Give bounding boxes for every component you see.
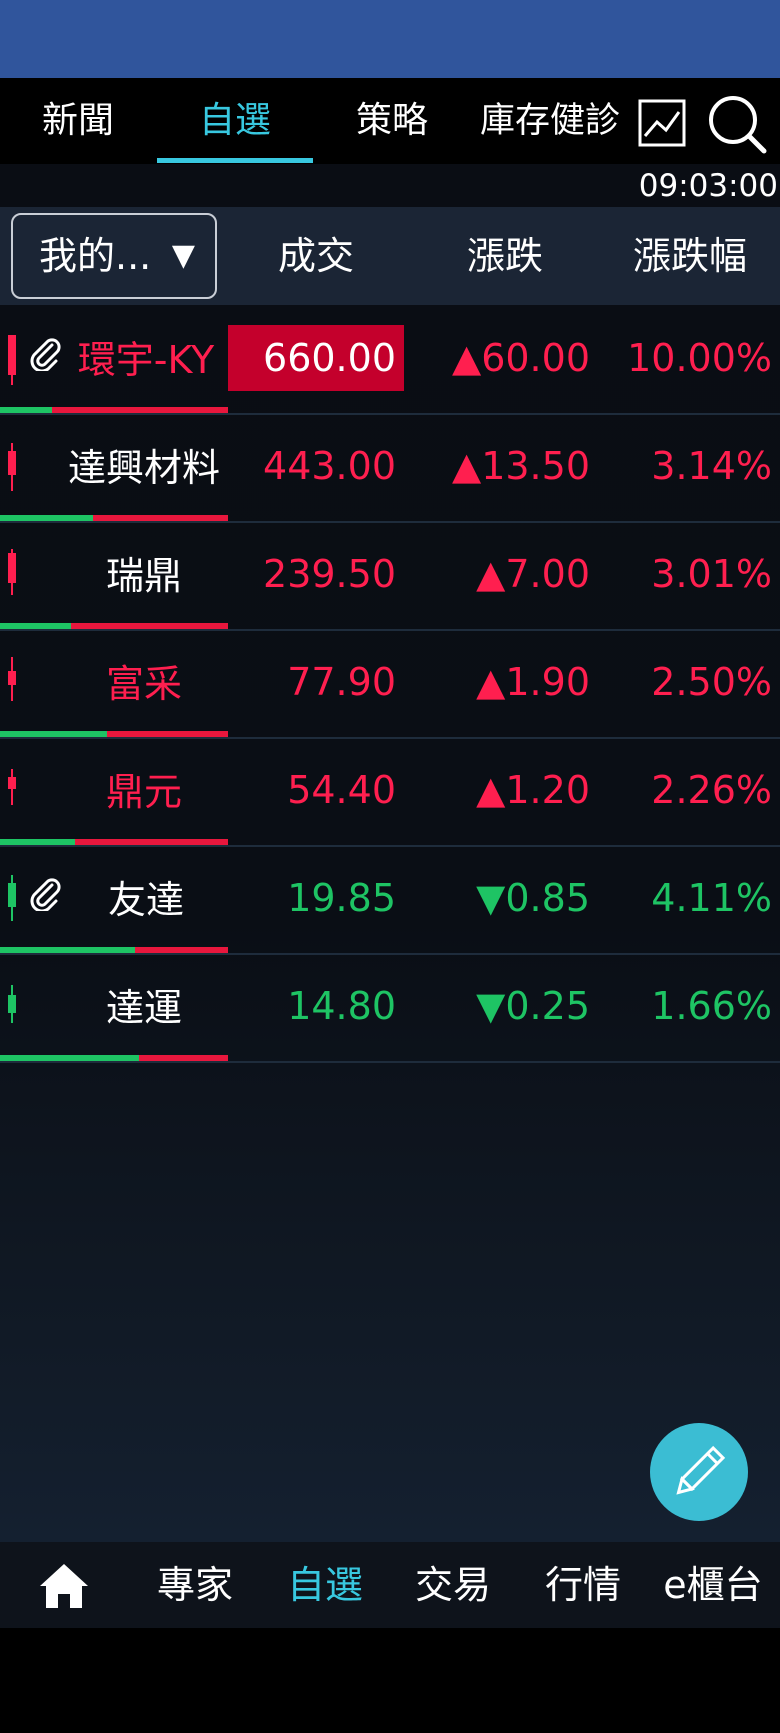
- tab-strategy[interactable]: 策略: [314, 78, 470, 164]
- nav-trade[interactable]: 交易: [390, 1542, 516, 1628]
- table-row[interactable]: 友達 19.85 ▼0.85 4.11%: [0, 847, 780, 955]
- bottom-nav: 專家 自選 交易 行情 e櫃台: [0, 1542, 780, 1628]
- status-bar: [0, 0, 780, 78]
- column-change[interactable]: 漲跌: [420, 207, 590, 305]
- line-chart-icon[interactable]: [637, 98, 687, 148]
- buy-sell-ratio-bar: [0, 1055, 228, 1061]
- stock-price: 54.40: [287, 768, 396, 812]
- stock-price: 443.00: [263, 444, 396, 488]
- buy-sell-ratio-bar: [0, 731, 228, 737]
- group-selector[interactable]: 我的... ▼: [11, 213, 217, 299]
- buy-ratio-segment: [0, 947, 135, 953]
- candle-icon: [8, 883, 16, 907]
- stock-name: 富采: [105, 662, 182, 706]
- table-row[interactable]: 達興材料 443.00 ▲13.50 3.14%: [0, 415, 780, 523]
- table-row[interactable]: 鼎元 54.40 ▲1.20 2.26%: [0, 739, 780, 847]
- sell-ratio-segment: [75, 839, 228, 845]
- stock-price: 660.00: [228, 325, 404, 391]
- stock-change-percent: 4.11%: [651, 876, 772, 920]
- column-change-percent[interactable]: 漲跌幅: [600, 207, 780, 305]
- table-row[interactable]: 瑞鼎 239.50 ▲7.00 3.01%: [0, 523, 780, 631]
- stock-change: ▲1.90: [476, 660, 590, 704]
- candle-icon: [8, 671, 16, 685]
- paperclip-icon[interactable]: [28, 877, 62, 913]
- chevron-down-icon: ▼: [171, 238, 195, 273]
- group-selector-label: 我的...: [39, 234, 152, 278]
- buy-ratio-segment: [0, 731, 108, 737]
- candle-icon: [8, 995, 16, 1013]
- stock-change-percent: 1.66%: [651, 984, 772, 1028]
- stock-change-percent: 2.26%: [651, 768, 772, 812]
- nav-e-otc[interactable]: e櫃台: [650, 1542, 776, 1628]
- stock-name: 鼎元: [105, 770, 182, 814]
- sell-ratio-segment: [70, 623, 228, 629]
- stock-change-percent: 3.01%: [651, 552, 772, 596]
- buy-sell-ratio-bar: [0, 407, 228, 413]
- stock-price: 19.85: [287, 876, 396, 920]
- paperclip-icon[interactable]: [28, 337, 62, 373]
- candle-icon: [8, 777, 16, 789]
- buy-ratio-segment: [0, 623, 71, 629]
- stock-change: ▲13.50: [451, 444, 590, 488]
- sell-ratio-segment: [134, 947, 228, 953]
- stock-change: ▼0.85: [476, 876, 590, 920]
- nav-market[interactable]: 行情: [520, 1542, 646, 1628]
- table-row[interactable]: 富采 77.90 ▲1.90 2.50%: [0, 631, 780, 739]
- sell-ratio-segment: [52, 407, 228, 413]
- tab-portfolio-checkup[interactable]: 庫存健診: [470, 78, 630, 164]
- pencil-icon: [676, 1445, 726, 1495]
- stock-change: ▲1.20: [476, 768, 590, 812]
- stock-change: ▲60.00: [451, 336, 590, 380]
- buy-ratio-segment: [0, 839, 76, 845]
- sell-ratio-segment: [139, 1055, 228, 1061]
- candle-icon: [8, 335, 16, 375]
- nav-watchlist[interactable]: 自選: [262, 1542, 388, 1628]
- buy-ratio-segment: [0, 515, 94, 521]
- buy-sell-ratio-bar: [0, 515, 228, 521]
- search-icon[interactable]: [706, 93, 770, 157]
- stock-change-percent: 10.00%: [627, 336, 772, 380]
- update-time: 09:03:00: [638, 168, 778, 204]
- stock-price: 239.50: [263, 552, 396, 596]
- stock-price: 77.90: [287, 660, 396, 704]
- buy-ratio-segment: [0, 1055, 140, 1061]
- sell-ratio-segment: [93, 515, 228, 521]
- stock-change: ▲7.00: [476, 552, 590, 596]
- candle-icon: [8, 553, 16, 583]
- system-nav-area: [0, 1628, 780, 1733]
- nav-experts[interactable]: 專家: [132, 1542, 258, 1628]
- table-row[interactable]: 達運 14.80 ▼0.25 1.66%: [0, 955, 780, 1063]
- stock-change-percent: 3.14%: [651, 444, 772, 488]
- stock-name: 達興材料: [67, 446, 220, 490]
- buy-sell-ratio-bar: [0, 623, 228, 629]
- table-row[interactable]: 環宇-KY 660.00 ▲60.00 10.00%: [0, 307, 780, 415]
- buy-ratio-segment: [0, 407, 53, 413]
- tab-news[interactable]: 新聞: [0, 78, 156, 164]
- home-icon[interactable]: [38, 1562, 90, 1610]
- active-tab-indicator: [157, 158, 313, 163]
- stock-change-percent: 2.50%: [651, 660, 772, 704]
- stock-name: 瑞鼎: [105, 554, 182, 598]
- stock-price: 14.80: [287, 984, 396, 1028]
- buy-sell-ratio-bar: [0, 839, 228, 845]
- stock-name: 環宇-KY: [77, 338, 215, 382]
- edit-button[interactable]: [650, 1423, 748, 1521]
- tab-watchlist[interactable]: 自選: [157, 78, 313, 164]
- stock-change: ▼0.25: [476, 984, 590, 1028]
- sell-ratio-segment: [107, 731, 228, 737]
- stock-name: 達運: [105, 986, 182, 1030]
- candle-icon: [8, 451, 16, 475]
- column-price[interactable]: 成交: [228, 207, 404, 305]
- stock-name: 友達: [107, 878, 184, 922]
- buy-sell-ratio-bar: [0, 947, 228, 953]
